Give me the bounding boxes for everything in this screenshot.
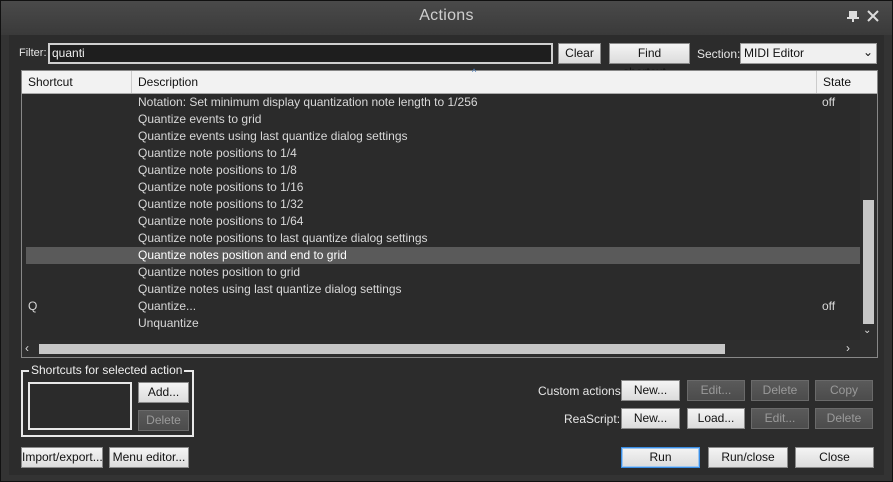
filter-label: Filter: [19,47,47,59]
custom-actions-label: Custom actions: [538,384,625,398]
description-cell: Quantize notes position to grid [138,265,301,279]
run-close-button[interactable]: Run/close [708,447,788,468]
close-button[interactable]: Close [795,447,874,468]
list-header: Shortcut Description ^ State [22,67,877,94]
run-button[interactable]: Run [621,447,700,468]
pin-icon[interactable] [845,9,861,25]
description-cell: Quantize events using last quantize dial… [138,129,408,143]
shortcut-list[interactable] [28,382,132,430]
horizontal-scrollbar[interactable]: ‹ › [22,340,877,357]
table-row[interactable]: Quantize note positions to last quantize… [26,230,860,247]
filter-input[interactable]: quanti [48,43,553,64]
description-cell: Quantize... [138,299,197,313]
close-icon[interactable] [865,9,881,25]
chevron-down-icon: ⌄ [862,45,873,59]
reascript-load-button[interactable]: Load... [687,408,745,429]
reascript-edit-button[interactable]: Edit... [751,408,809,429]
horizontal-scroll-thumb[interactable] [39,344,725,354]
find-shortcut-button[interactable]: Find shortcut... [609,43,690,79]
description-cell: Quantize note positions to 1/32 [138,197,304,211]
custom-edit-button[interactable]: Edit... [687,380,745,401]
description-cell: Quantize note positions to 1/8 [138,163,297,177]
description-cell: Quantize events to grid [138,112,262,126]
table-row[interactable]: Quantize notes using last quantize dialo… [26,281,860,298]
section-label: Section: [697,47,741,61]
dialog-body: Filter: quanti Clear Find shortcut... Se… [9,35,884,475]
table-row[interactable]: Unquantize [26,315,860,332]
custom-delete-button[interactable]: Delete [751,380,809,401]
state-cell: off [822,95,836,109]
state-cell: off [822,299,836,313]
table-row[interactable]: Quantize events using last quantize dial… [26,128,860,145]
import-export-button[interactable]: Import/export... [21,447,103,468]
description-cell: Notation: Set minimum display quantizati… [138,95,478,109]
description-cell: Unquantize [138,316,199,330]
window-title: Actions [419,7,474,24]
scroll-left-icon[interactable]: ‹ [25,341,29,355]
reascript-delete-button[interactable]: Delete [815,408,873,429]
reascript-label: ReaScript: [564,412,621,426]
description-cell: Quantize note positions to 1/16 [138,180,304,194]
shortcut-cell: Q [28,299,38,313]
delete-shortcut-button[interactable]: Delete [138,410,189,431]
custom-new-button[interactable]: New... [621,380,680,401]
vertical-scroll-thumb[interactable] [863,200,874,324]
column-shortcut[interactable]: Shortcut [22,71,132,93]
description-cell: Quantize note positions to 1/4 [138,146,297,160]
table-row[interactable]: Quantize note positions to 1/8 [26,162,860,179]
shortcuts-group: Shortcuts for selected action Add... Del… [21,363,194,437]
table-row[interactable]: Quantize notes position and end to grid [26,247,860,264]
reascript-new-button[interactable]: New... [621,408,680,429]
description-cell: Quantize notes position and end to grid [138,248,347,262]
actions-list[interactable]: Shortcut Description ^ State Notation: S… [21,67,878,358]
table-row[interactable]: Q Quantize... off [26,298,860,315]
table-row[interactable]: Notation: Set minimum display quantizati… [26,94,860,111]
table-row[interactable]: Quantize note positions to 1/4 [26,145,860,162]
description-cell: Quantize note positions to 1/64 [138,214,304,228]
description-cell: Quantize notes using last quantize dialo… [138,282,402,296]
section-select[interactable]: MIDI Editor ⌄ [740,43,877,64]
vertical-scrollbar[interactable]: ⌄ [860,94,877,340]
sort-caret-icon: ^ [472,67,477,77]
clear-button[interactable]: Clear [558,43,601,64]
list-rows: Notation: Set minimum display quantizati… [22,94,860,340]
table-row[interactable]: Quantize note positions to 1/64 [26,213,860,230]
scroll-down-icon[interactable]: ⌄ [863,325,871,336]
section-value: MIDI Editor [744,46,805,60]
add-shortcut-button[interactable]: Add... [138,382,189,403]
custom-copy-button[interactable]: Copy [815,380,873,401]
table-row[interactable]: Quantize events to grid [26,111,860,128]
table-row[interactable]: Quantize note positions to 1/32 [26,196,860,213]
scroll-right-icon[interactable]: › [846,341,850,355]
title-bar[interactable]: Actions [1,1,892,33]
table-row[interactable]: Quantize note positions to 1/16 [26,179,860,196]
table-row[interactable]: Quantize notes position to grid [26,264,860,281]
description-cell: Quantize note positions to last quantize… [138,231,428,245]
column-state[interactable]: State [817,71,877,93]
actions-window: Actions Filter: quanti Clear Find shortc… [0,0,893,482]
shortcuts-group-title: Shortcuts for selected action [29,363,185,377]
menu-editor-button[interactable]: Menu editor... [109,447,189,468]
